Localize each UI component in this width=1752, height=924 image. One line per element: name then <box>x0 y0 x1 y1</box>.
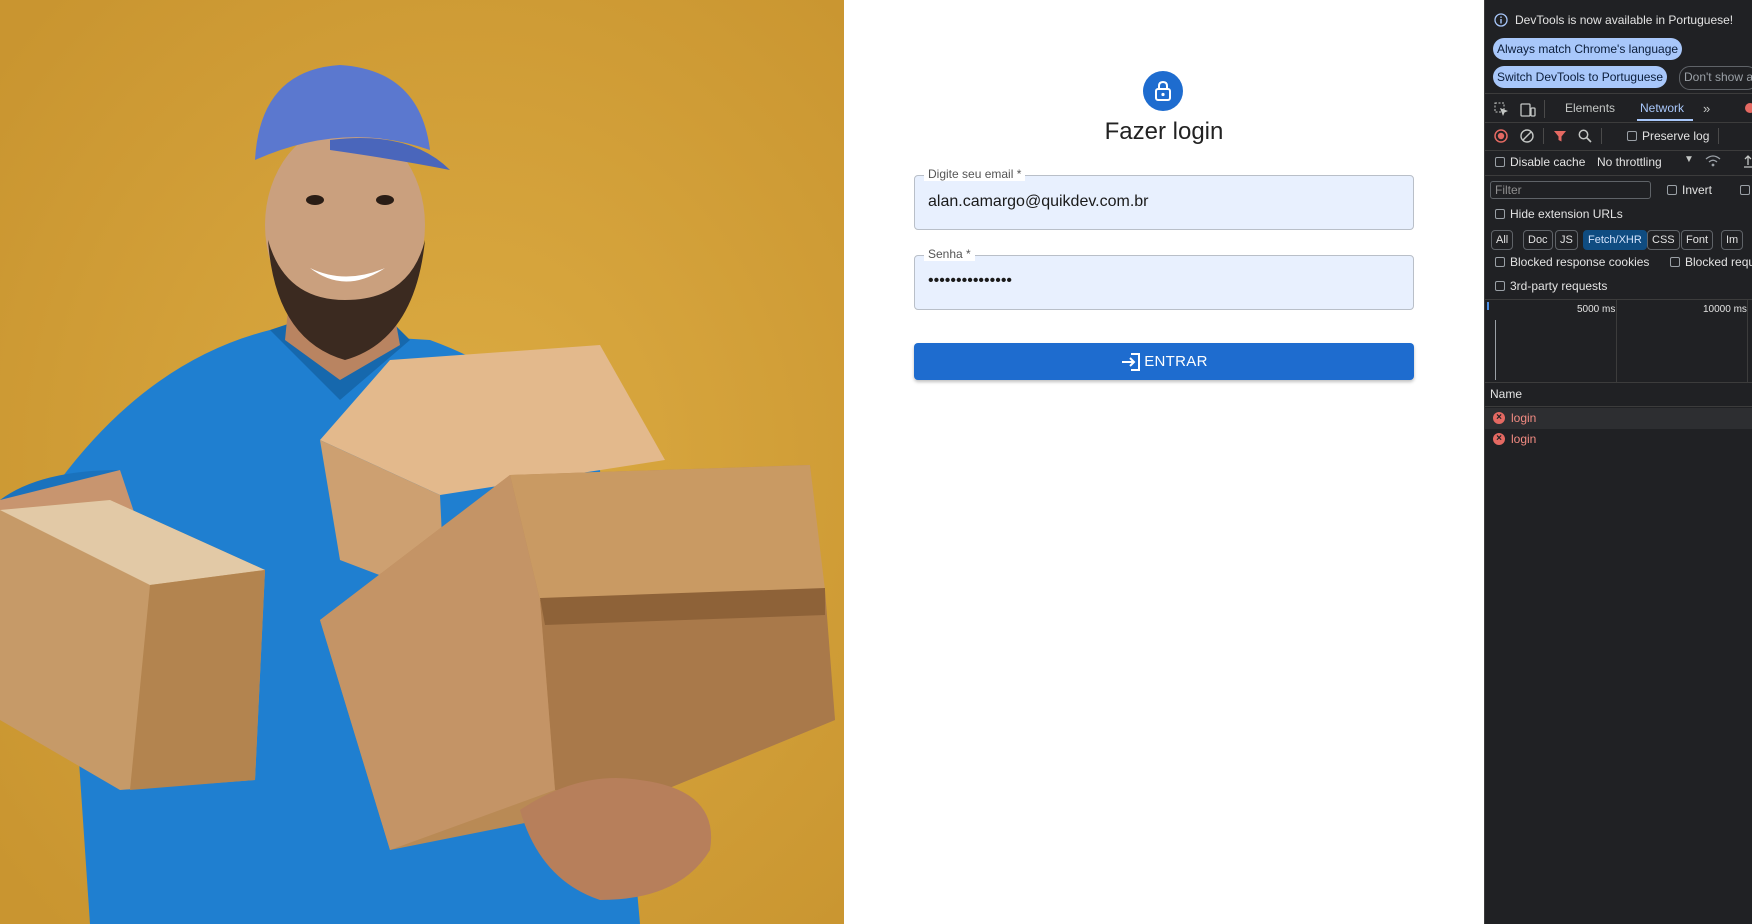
third-party-checkbox[interactable] <box>1495 281 1505 291</box>
divider <box>1485 93 1752 94</box>
type-filter-doc[interactable]: Doc <box>1523 230 1553 250</box>
type-filter-img[interactable]: Im <box>1721 230 1744 250</box>
network-conditions-icon[interactable] <box>1705 154 1721 171</box>
disable-cache-label: Disable cache <box>1510 155 1586 169</box>
hero-image <box>0 0 844 924</box>
more-tabs-icon[interactable]: » <box>1703 101 1710 116</box>
request-name: login <box>1511 432 1537 446</box>
devtools-panel: DevTools is now available in Portuguese!… <box>1484 0 1752 924</box>
divider <box>1718 128 1719 144</box>
active-tab-indicator <box>1637 119 1693 121</box>
type-filter-fetch-xhr[interactable]: Fetch/XHR <box>1583 230 1647 250</box>
info-icon <box>1494 13 1508 30</box>
clear-icon[interactable] <box>1520 129 1534 146</box>
type-filter-font[interactable]: Font <box>1681 230 1714 250</box>
type-filter-all[interactable]: All <box>1491 230 1514 250</box>
divider <box>1485 175 1752 176</box>
invert-checkbox[interactable] <box>1667 185 1677 195</box>
timeline-gridline <box>1747 300 1748 382</box>
chevron-down-icon[interactable]: ▼ <box>1684 154 1694 165</box>
match-language-button[interactable]: Always match Chrome's language <box>1493 38 1683 60</box>
type-filter-js[interactable]: JS <box>1555 230 1578 250</box>
name-column-header[interactable]: Name <box>1490 387 1522 401</box>
divider <box>1543 128 1544 144</box>
error-icon: × <box>1493 433 1505 445</box>
divider <box>1485 406 1752 407</box>
error-icon: × <box>1493 412 1505 424</box>
preserve-log-checkbox[interactable] <box>1627 131 1637 141</box>
timeline-tick-10000: 10000 ms <box>1703 304 1747 315</box>
password-field-label: Senha * <box>924 247 975 261</box>
request-name: login <box>1511 411 1537 425</box>
page-title: Fazer login <box>1104 118 1224 145</box>
blocked-response-cookies-label: Blocked response cookies <box>1510 255 1650 269</box>
hide-extension-urls-checkbox[interactable] <box>1495 209 1505 219</box>
password-field[interactable]: Senha * ••••••••••••••• <box>914 247 1414 310</box>
throttling-select[interactable]: No throttling <box>1597 155 1662 169</box>
blocked-requests-label: Blocked requ <box>1685 255 1752 269</box>
invert-label: Invert <box>1682 183 1713 197</box>
email-field-value[interactable]: alan.camargo@quikdev.com.br <box>928 193 1149 211</box>
divider <box>1544 100 1545 118</box>
email-field-label: Digite seu email * <box>924 167 1026 181</box>
table-row[interactable]: × login <box>1485 429 1752 450</box>
timeline-tick-5000: 5000 ms <box>1577 304 1616 315</box>
login-icon <box>1120 352 1142 372</box>
divider <box>1485 150 1752 151</box>
infobar-text: DevTools is now available in Portuguese! <box>1515 13 1734 27</box>
timeline-marker <box>1495 320 1496 380</box>
lock-icon <box>1143 71 1183 111</box>
preserve-log-label: Preserve log <box>1642 129 1710 143</box>
blocked-requests-checkbox[interactable] <box>1670 257 1680 267</box>
switch-portuguese-button[interactable]: Switch DevTools to Portuguese <box>1493 66 1668 88</box>
login-submit-button[interactable]: ENTRAR <box>914 343 1414 380</box>
delivery-man-illustration <box>0 0 844 924</box>
divider <box>1485 382 1752 383</box>
tab-network[interactable]: Network <box>1640 101 1684 115</box>
divider <box>1485 122 1752 123</box>
type-filter-css[interactable]: CSS <box>1647 230 1680 250</box>
dont-show-button[interactable]: Don't show a <box>1679 66 1752 90</box>
filter-input[interactable]: Filter <box>1490 181 1651 199</box>
filter-icon[interactable] <box>1553 129 1567 146</box>
search-icon[interactable] <box>1578 129 1592 146</box>
record-icon[interactable] <box>1494 129 1508 146</box>
login-submit-label: ENTRAR <box>1144 353 1208 370</box>
third-party-label: 3rd-party requests <box>1510 279 1608 293</box>
timeline-gridline <box>1616 300 1617 382</box>
divider <box>1601 128 1602 144</box>
login-panel: Fazer login Digite seu email * alan.cama… <box>844 0 1484 924</box>
email-field[interactable]: Digite seu email * alan.camargo@quikdev.… <box>914 167 1414 230</box>
import-har-icon[interactable] <box>1743 154 1752 171</box>
device-toolbar-icon[interactable] <box>1520 102 1536 120</box>
disable-cache-checkbox[interactable] <box>1495 157 1505 167</box>
password-field-value[interactable]: ••••••••••••••• <box>928 272 1012 290</box>
timeline-request-bar <box>1487 302 1489 310</box>
blocked-response-cookies-checkbox[interactable] <box>1495 257 1505 267</box>
timeline-overview[interactable]: 5000 ms 10000 ms <box>1485 300 1752 382</box>
more-filters-checkbox[interactable] <box>1740 185 1750 195</box>
table-row[interactable]: × login <box>1485 408 1752 429</box>
hide-extension-urls-label: Hide extension URLs <box>1510 207 1623 221</box>
tab-elements[interactable]: Elements <box>1565 101 1615 115</box>
error-count-icon[interactable] <box>1745 103 1752 113</box>
inspect-element-icon[interactable] <box>1494 102 1509 120</box>
